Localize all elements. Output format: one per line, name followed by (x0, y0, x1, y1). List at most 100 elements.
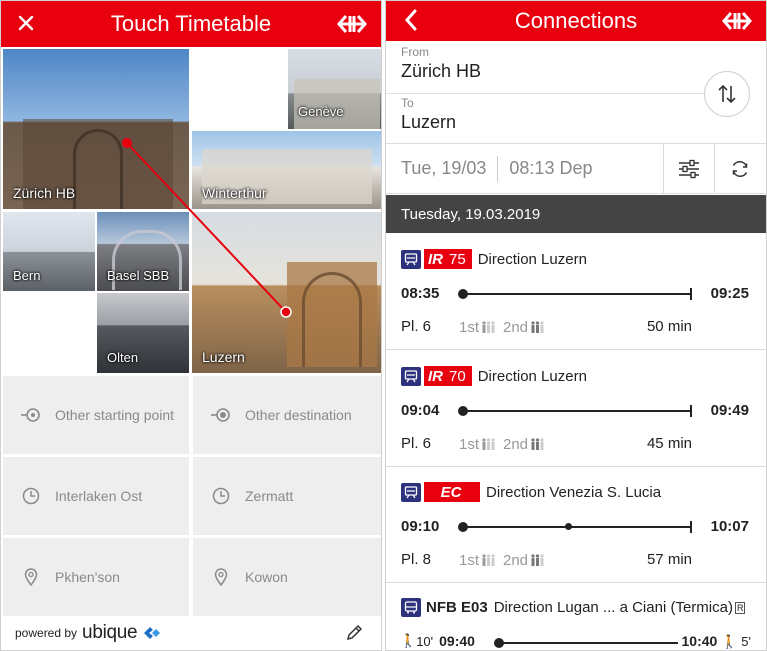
swap-button[interactable] (704, 71, 750, 117)
walk-before: 10' (416, 633, 434, 649)
reservation-icon: R (734, 601, 746, 614)
footer: powered by ubique (1, 616, 381, 650)
destination-icon (211, 405, 231, 425)
journey-line (458, 521, 692, 533)
recent-destination-interlaken-ost[interactable]: Interlaken Ost (3, 457, 189, 535)
direction-label: Direction Venezia S. Lucia (486, 483, 662, 501)
page-title: Connections (514, 8, 638, 33)
refresh-button[interactable] (714, 144, 765, 194)
date-time-bar: Tue, 19/03 08:13 Dep (386, 143, 766, 194)
journey-line (458, 288, 692, 300)
connection-item[interactable]: EC Direction Venezia S. Lucia 09:10 10:0… (386, 467, 766, 583)
direction-label: Direction Lugan ... a Ciani (Termica) (493, 599, 733, 616)
sbb-logo-icon (720, 11, 754, 31)
journey-line (494, 638, 678, 648)
to-field[interactable]: To Luzern (386, 96, 706, 133)
connection-item[interactable]: IR 75 Direction Luzern 08:35 09:25 Pl. 6 … (386, 234, 766, 350)
filter-button[interactable] (663, 144, 714, 194)
divider (386, 93, 704, 94)
second-class-occupancy: 2nd (503, 319, 544, 336)
place-pkhenson[interactable]: Pkhen'son (3, 538, 189, 616)
product-label: EC (440, 483, 462, 501)
duration: 50 min (646, 318, 692, 335)
departure-time: 08:35 (401, 285, 440, 302)
option-label: Other starting point (55, 407, 175, 423)
class-label: 2nd (503, 552, 529, 569)
from-field[interactable]: From Zürich HB (386, 45, 706, 82)
arrival-time: 10:07 (710, 518, 749, 535)
platform: Pl. 6 (401, 318, 432, 335)
bus-icon (401, 598, 421, 617)
option-label: Interlaken Ost (55, 488, 143, 504)
direction-label: Direction Luzern (477, 367, 587, 385)
walk-icon: 🚶 (721, 634, 738, 649)
first-class-occupancy: 1st (459, 552, 495, 569)
place-kowon[interactable]: Kowon (193, 538, 381, 616)
class-label: 2nd (503, 319, 529, 336)
ubique-logo-icon (143, 626, 161, 640)
arrival-time: 09:49 (710, 402, 749, 419)
date-value[interactable]: Tue, 19/03 (401, 158, 486, 179)
train-icon (401, 366, 421, 386)
option-label: Kowon (245, 569, 288, 585)
train-icon (401, 482, 421, 502)
product-label: IR (428, 250, 443, 268)
class-label: 1st (459, 436, 480, 453)
departure-time: 09:04 (401, 402, 440, 419)
location-pin-icon (21, 567, 41, 587)
pencil-icon[interactable] (345, 624, 363, 642)
refresh-icon (732, 161, 748, 177)
sliders-icon (679, 159, 699, 179)
time-value[interactable]: 08:13 Dep (509, 158, 592, 179)
train-icon (401, 249, 421, 269)
arrival-time: 10:40 (681, 633, 718, 649)
journey-line (458, 405, 692, 417)
recent-destination-zermatt[interactable]: Zermatt (193, 457, 381, 535)
clock-icon (21, 486, 41, 506)
option-label: Other destination (245, 407, 352, 423)
line-number: 70 (449, 367, 466, 385)
option-label: Pkhen'son (55, 569, 120, 585)
departure-time: 09:10 (401, 518, 440, 535)
top-bar: Connections (386, 1, 766, 41)
clock-icon (211, 486, 231, 506)
to-value: Luzern (401, 112, 457, 132)
walk-icon: 🚶 (400, 633, 417, 648)
connection-item-bus[interactable]: NFB E03 Direction Lugan ... a Ciani (Ter… (386, 583, 766, 650)
option-label: Zermatt (245, 488, 294, 504)
occupancy-icon (531, 554, 544, 566)
location-pin-icon (211, 567, 231, 587)
first-class-occupancy: 1st (459, 319, 495, 336)
other-starting-point-button[interactable]: Other starting point (3, 376, 189, 454)
line-number: 75 (449, 250, 466, 268)
class-label: 1st (459, 552, 480, 569)
touch-timetable-screen: Touch Timetable Zürich HB Genève Wintert… (0, 0, 382, 651)
brand-name: ubique (82, 622, 138, 643)
powered-by-label: powered by (15, 626, 78, 640)
route-line (122, 138, 292, 318)
other-destination-button[interactable]: Other destination (193, 376, 381, 454)
occupancy-icon (482, 554, 495, 566)
occupancy-icon (482, 321, 495, 333)
occupancy-icon (531, 321, 544, 333)
back-arrow-icon[interactable] (398, 7, 424, 33)
class-label: 2nd (503, 436, 529, 453)
product-badge: IR 70 (424, 366, 472, 386)
duration: 45 min (646, 435, 692, 452)
swap-arrows-icon (718, 84, 736, 104)
from-label: From (401, 45, 429, 59)
occupancy-icon (531, 438, 544, 450)
connection-item[interactable]: IR 70 Direction Luzern 09:04 09:49 Pl. 6 … (386, 351, 766, 467)
arrival-time: 09:25 (710, 285, 749, 302)
first-class-occupancy: 1st (459, 436, 495, 453)
product-badge: EC (424, 482, 480, 502)
direction-label: Direction Luzern (477, 250, 587, 268)
product-label: IR (428, 367, 443, 385)
to-label: To (401, 96, 414, 110)
connections-screen: Connections From Zürich HB To Luzern Tue… (385, 0, 767, 651)
divider (497, 155, 499, 182)
departure-time: 09:40 (439, 633, 475, 649)
platform: Pl. 6 (401, 435, 432, 452)
walk-after: 5' (741, 634, 751, 649)
second-class-occupancy: 2nd (503, 552, 544, 569)
